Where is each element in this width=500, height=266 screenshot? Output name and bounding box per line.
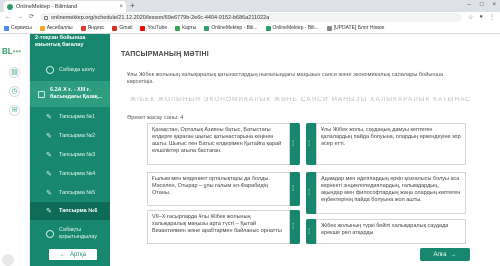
pencil-icon: ✎ bbox=[46, 208, 52, 215]
window-controls: – □ × bbox=[468, 0, 496, 11]
bookmark-item[interactable]: OnlineMektep - Bili... bbox=[265, 25, 319, 31]
tab-close-icon[interactable]: × bbox=[119, 4, 123, 10]
pencil-icon: ✎ bbox=[46, 190, 52, 197]
maximize-icon[interactable]: □ bbox=[480, 0, 484, 11]
toolbar-icons: ☆ ● ⋮ bbox=[468, 14, 495, 21]
right-card-1[interactable]: Ұлы Жібек жолы, саудаңың дамуы кептеген … bbox=[316, 123, 466, 165]
right-card-2[interactable]: Адамдар мен идеялардың еркін қозғалысы б… bbox=[316, 172, 466, 214]
back-button[interactable]: ← Артқа bbox=[48, 248, 98, 261]
drag-handle-icon[interactable] bbox=[290, 172, 300, 206]
bookmark-item[interactable]: Gmail bbox=[112, 25, 132, 31]
drag-handle-icon[interactable] bbox=[306, 172, 316, 214]
bookmark-item[interactable]: OnlineMektep - Bili... bbox=[204, 25, 258, 31]
sidebar-header: 2-тоқсан бойынша жиынтық бағалау bbox=[35, 35, 86, 48]
pencil-icon: ✎ bbox=[46, 133, 52, 140]
url-field[interactable]: onlinemektep.org/schedule/21.12.2020/les… bbox=[40, 13, 462, 22]
lesson-sidebar: 2-тоқсан бойынша жиынтық бағалау Сабаққа… bbox=[30, 34, 110, 266]
arrow-right-icon: → bbox=[450, 251, 457, 258]
favicon-icon bbox=[7, 3, 13, 10]
browser-tab[interactable]: OnlineMektep - Bilimland × bbox=[4, 1, 126, 12]
sidebar-item-task-6[interactable]: ✎ Тапсырма №6 bbox=[30, 202, 110, 220]
bookmark-item[interactable]: Карты bbox=[175, 25, 196, 31]
pencil-icon: ✎ bbox=[46, 152, 52, 159]
bilimland-logo[interactable]: BL••• bbox=[2, 47, 21, 56]
square-icon bbox=[38, 90, 45, 98]
drag-handle-icon[interactable] bbox=[290, 123, 300, 165]
bookmark-favicon-icon bbox=[265, 25, 271, 31]
menu-icon[interactable]: ⋮ bbox=[489, 14, 495, 21]
bookmark-favicon-icon bbox=[140, 25, 146, 31]
profile-icon[interactable]: ● bbox=[479, 14, 483, 21]
bookmark-item[interactable]: [UPDATE] Блог Новое bbox=[326, 25, 384, 31]
address-bar-row: ← → ⟳ onlinemektep.org/schedule/21.12.20… bbox=[0, 12, 500, 23]
left-card-1[interactable]: Қазақстан, Орталық Азияны батыс, Батыста… bbox=[147, 123, 290, 165]
next-button[interactable]: Алға → bbox=[420, 248, 470, 261]
circle-icon bbox=[46, 230, 54, 238]
bookmark-favicon-icon bbox=[4, 25, 9, 31]
bookmark-item[interactable]: Яндекс bbox=[80, 25, 104, 31]
bookmark-item[interactable]: Сервисы bbox=[4, 25, 32, 31]
sidebar-item-task-5[interactable]: ✎ Тапсырма №5 bbox=[30, 184, 110, 202]
sidebar-item-task-4[interactable]: ✎ Тапсырма №4 bbox=[30, 165, 110, 183]
schedule-icon[interactable]: ▤ bbox=[9, 67, 20, 78]
pencil-icon: ✎ bbox=[46, 114, 52, 121]
circle-icon bbox=[46, 66, 54, 74]
url-text: onlinemektep.org/schedule/21.12.2020/les… bbox=[51, 14, 270, 21]
sidebar-item-overview[interactable]: Сабаққа шолу bbox=[30, 62, 110, 78]
page-title: ТАПСЫРМАНЫҢ МӘТІНІ bbox=[121, 51, 209, 58]
bookmarks-bar: Сервисы Аксибаллы Яндекс Gmail YouTube Карты O… bbox=[0, 23, 500, 34]
bookmark-item[interactable]: YouTube bbox=[140, 25, 167, 31]
drag-handle-icon[interactable] bbox=[306, 219, 316, 244]
bookmark-favicon-icon bbox=[175, 25, 181, 31]
attempts-counter: Әрекет жасау саны: 4 bbox=[127, 115, 184, 121]
left-card-3[interactable]: VII–X ғасырларда Ұлы Жібек жолының халық… bbox=[147, 210, 290, 244]
forward-arrow-icon[interactable]: → bbox=[17, 12, 23, 23]
tab-title: OnlineMektep - Bilimland bbox=[16, 3, 78, 10]
faded-text-strip: ЖІБЕК ЖОЛЫНЫҢ ЭКОНОМИКАЛЫҚ ЖӘНЕ САЯСИ МА… bbox=[130, 97, 470, 101]
arrow-left-icon: ← bbox=[60, 251, 67, 258]
sidebar-item-lesson[interactable]: 6.2А Х ғ. - XIII ғ. басындағы Қазақ... bbox=[30, 81, 110, 107]
star-icon[interactable]: ☆ bbox=[468, 14, 473, 21]
reload-icon[interactable]: ⟳ bbox=[29, 12, 34, 23]
sidebar-item-task-1[interactable]: ✎ Тапсырма №1 bbox=[30, 108, 110, 126]
mail-icon[interactable]: ✉ bbox=[9, 105, 20, 116]
main-content: ТАПСЫРМАНЫҢ МӘТІНІ Ұлы Жібек жолының хал… bbox=[110, 34, 500, 266]
minimize-icon[interactable]: – bbox=[468, 0, 471, 11]
task-text: Ұлы Жібек жолының халықаралық қатынастар… bbox=[127, 72, 444, 85]
bookmark-favicon-icon bbox=[326, 25, 332, 31]
clock-icon[interactable]: ◷ bbox=[9, 86, 20, 97]
drag-handle-icon[interactable] bbox=[306, 123, 316, 165]
sidebar-item-task-2[interactable]: ✎ Тапсырма №2 bbox=[30, 127, 110, 145]
close-window-icon[interactable]: × bbox=[492, 0, 496, 11]
corner-badge-icon bbox=[2, 254, 14, 266]
bookmark-favicon-icon bbox=[204, 25, 210, 31]
pencil-icon: ✎ bbox=[46, 171, 52, 178]
left-rail: BL••• ▤ ◷ ✉ bbox=[0, 34, 30, 266]
bookmark-favicon-icon bbox=[39, 25, 45, 31]
bookmark-favicon-icon bbox=[80, 25, 86, 31]
right-card-3[interactable]: Жібек жолының түркі бейіті халықаралық с… bbox=[316, 219, 466, 244]
bookmark-item[interactable]: Аксибаллы bbox=[39, 25, 73, 31]
bookmark-favicon-icon bbox=[112, 25, 118, 31]
sidebar-item-summary[interactable]: Сабақты қорытындылау bbox=[30, 224, 110, 244]
back-arrow-icon[interactable]: ← bbox=[5, 12, 11, 23]
left-card-2[interactable]: Ғылым мен мәдениет орталықтары да болды.… bbox=[147, 172, 290, 206]
lock-icon bbox=[44, 15, 49, 20]
browser-tab-bar: OnlineMektep - Bilimland × + – □ × bbox=[0, 0, 500, 12]
drag-handle-icon[interactable] bbox=[290, 210, 300, 244]
new-tab-button[interactable]: + bbox=[130, 1, 135, 11]
sidebar-item-task-3[interactable]: ✎ Тапсырма №3 bbox=[30, 146, 110, 164]
